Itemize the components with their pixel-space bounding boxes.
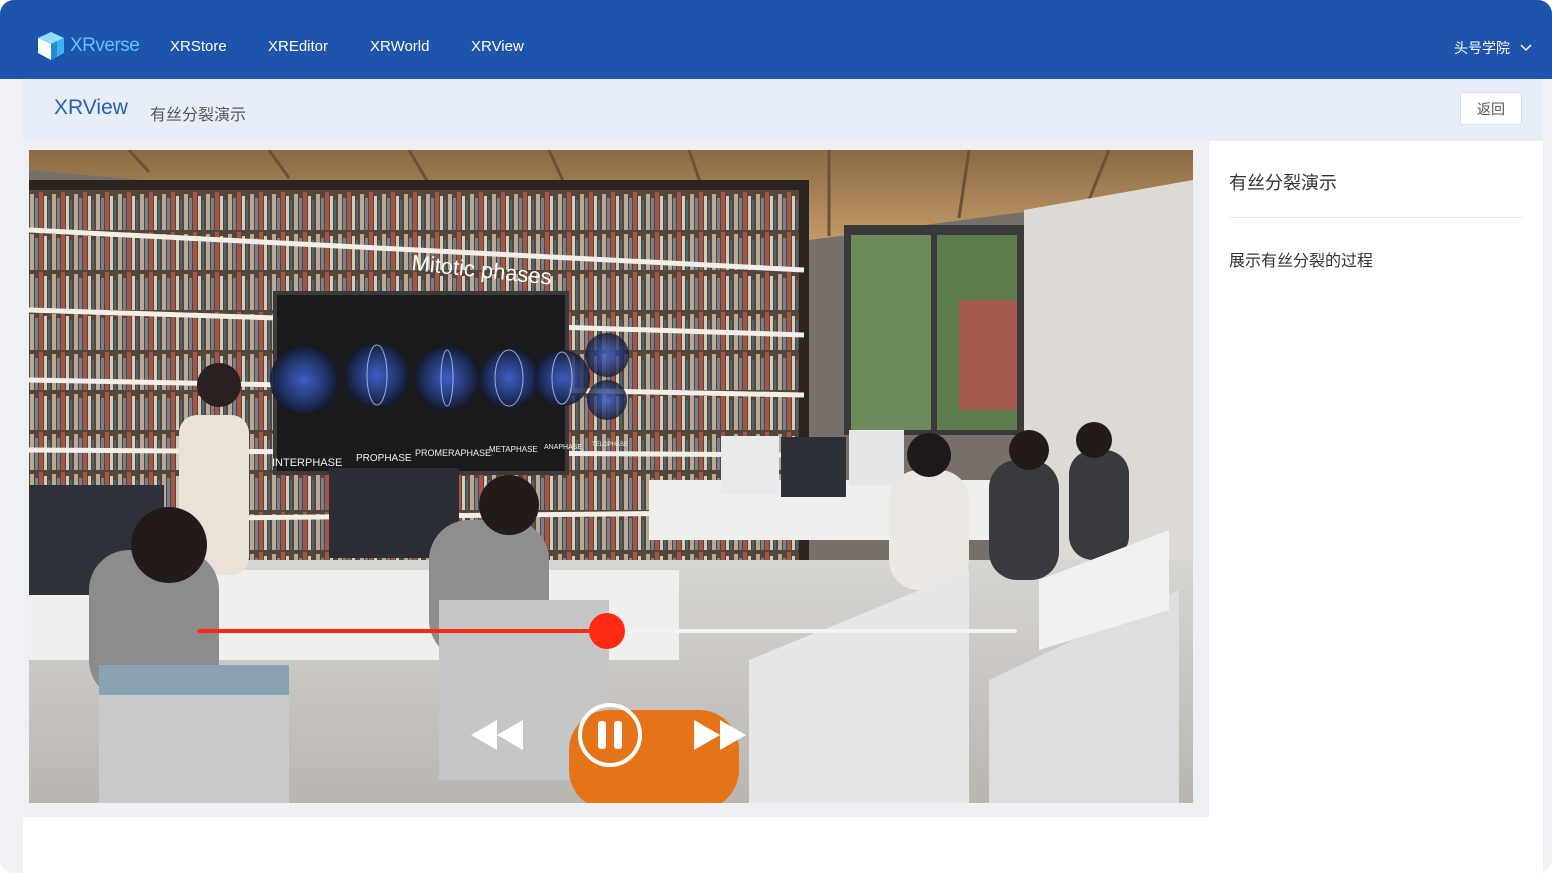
phase-label: PROPHASE (356, 453, 412, 464)
progress-fill (197, 629, 607, 633)
details-description: 展示有丝分裂的过程 (1229, 251, 1374, 270)
progress-knob[interactable] (589, 613, 625, 649)
brand-logo[interactable]: XRverse (36, 30, 140, 62)
main-content: Mitotic phases INTERPHASE PROPHASE PROME… (23, 141, 1543, 873)
cube-logo-icon (38, 32, 64, 60)
video-panel: Mitotic phases INTERPHASE PROPHASE PROME… (23, 141, 1209, 817)
details-title: 有丝分裂演示 (1229, 173, 1337, 194)
pause-icon[interactable] (577, 702, 643, 768)
progress-bar[interactable] (197, 613, 1017, 649)
user-name: 头号学院 (1454, 41, 1510, 57)
nav-item-xrview[interactable]: XRView (471, 38, 524, 55)
phase-label: PROMERAPHASE (415, 448, 491, 458)
phase-label: METAPHASE (489, 445, 538, 454)
brand-name: XRverse (70, 35, 140, 56)
rewind-icon[interactable] (469, 718, 525, 752)
app-window: XRverse XRStore XREditor XRWorld XRView … (0, 0, 1552, 873)
top-navbar: XRverse XRStore XREditor XRWorld XRView … (0, 0, 1552, 79)
breadcrumb: 有丝分裂演示 (150, 105, 247, 124)
page-title: XRView (54, 96, 128, 119)
page-header: XRView 有丝分裂演示 返回 (23, 79, 1543, 141)
video-player[interactable]: Mitotic phases INTERPHASE PROPHASE PROME… (29, 150, 1193, 803)
user-menu[interactable]: 头号学院 (1454, 38, 1532, 58)
phase-label: INTERPHASE (272, 457, 342, 469)
divider (1229, 217, 1523, 218)
nav-item-xrstore[interactable]: XRStore (170, 38, 227, 55)
nav-item-xreditor[interactable]: XREditor (268, 38, 328, 55)
chevron-down-icon (1520, 44, 1532, 52)
nav-item-xrworld[interactable]: XRWorld (370, 38, 429, 55)
footer-space (23, 817, 1209, 873)
details-panel: 有丝分裂演示 展示有丝分裂的过程 (1209, 141, 1543, 817)
phase-label: TELOPHASE (592, 442, 628, 448)
back-button[interactable]: 返回 (1460, 92, 1522, 125)
phase-label: ANAPHASE (544, 444, 582, 451)
fast-forward-icon[interactable] (692, 718, 748, 752)
